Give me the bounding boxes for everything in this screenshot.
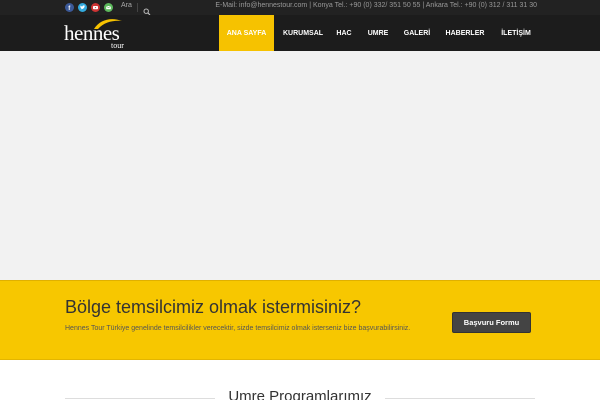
hero-slider <box>0 51 600 280</box>
twitter-icon[interactable] <box>78 3 87 12</box>
cta-text: Hennes Tour Türkiye genelinde temsilcili… <box>65 325 411 332</box>
nav-kurumsal[interactable]: KURUMSAL <box>278 15 328 51</box>
top-bar: f Ara E-Mail: info@hennestour.com | Kony… <box>0 0 600 16</box>
nav-umre[interactable]: UMRE <box>361 15 395 51</box>
application-form-button[interactable]: Başvuru Formu <box>452 312 531 333</box>
nav-haberler[interactable]: HABERLER <box>440 15 490 51</box>
umre-section: Umre Programlarımız <box>0 361 600 400</box>
cta-title: Bölge temsilcimiz olmak istermisiniz? <box>65 297 362 317</box>
section-title: Umre Programlarımız <box>228 388 372 400</box>
youtube-icon[interactable] <box>91 3 100 12</box>
facebook-icon[interactable]: f <box>65 3 74 12</box>
email-icon[interactable] <box>104 3 113 12</box>
logo-sub: tour <box>111 41 124 50</box>
nav-iletisim[interactable]: İLETİŞİM <box>494 15 538 51</box>
cta-banner: Bölge temsilcimiz olmak istermisiniz? He… <box>0 280 600 360</box>
search-label[interactable]: Ara <box>121 2 132 9</box>
divider <box>137 3 138 12</box>
contact-info: E-Mail: info@hennestour.com | Konya Tel.… <box>215 2 537 9</box>
nav-hac[interactable]: HAC <box>332 15 356 51</box>
nav-ana-sayfa[interactable]: ANA SAYFA <box>219 15 274 51</box>
site-header: hennes tour ANA SAYFA KURUMSAL HAC UMRE … <box>0 15 600 51</box>
svg-text:f: f <box>68 6 71 12</box>
site-logo[interactable]: hennes tour <box>64 15 134 51</box>
nav-galeri[interactable]: GALERİ <box>399 15 435 51</box>
